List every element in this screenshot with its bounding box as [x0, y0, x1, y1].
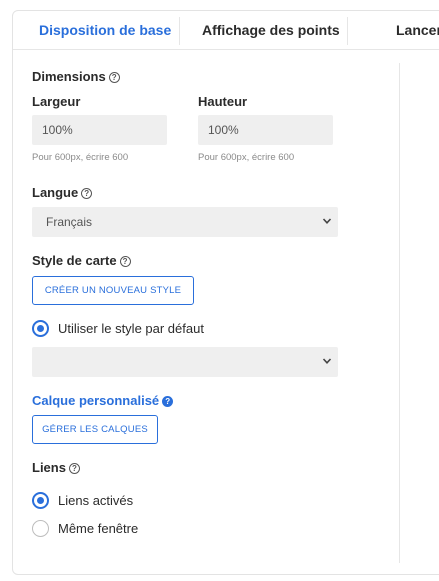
question-circle-icon[interactable]: ?: [81, 188, 93, 199]
custom-layer-title: Calque personnalisé: [32, 393, 160, 408]
dimensions-heading: Dimensions?: [32, 69, 120, 84]
default-style-label: Utiliser le style par défaut: [58, 320, 204, 336]
links-heading: Liens?: [32, 460, 80, 475]
height-input[interactable]: 100%: [198, 115, 333, 145]
language-title: Langue: [32, 185, 79, 200]
question-circle-icon[interactable]: ?: [119, 256, 131, 267]
chevron-down-icon: [322, 218, 332, 224]
question-circle-icon[interactable]: ?: [162, 396, 174, 407]
tab-divider: [347, 17, 348, 45]
tab-divider: [179, 17, 180, 45]
same-window-label: Même fenêtre: [58, 520, 139, 536]
default-style-radio-row[interactable]: Utiliser le style par défaut: [32, 318, 204, 338]
width-input[interactable]: 100%: [32, 115, 167, 145]
tab-disposition-de-base[interactable]: Disposition de base: [39, 11, 171, 50]
height-label: Hauteur: [198, 94, 248, 109]
tab-affichage-des-points[interactable]: Affichage des points: [202, 11, 340, 50]
settings-panel: Disposition de base Affichage des points…: [12, 10, 439, 575]
tab-lancement[interactable]: Lancem: [396, 11, 439, 50]
custom-layer-heading: Calque personnalisé?: [32, 393, 174, 408]
question-circle-icon[interactable]: ?: [108, 72, 120, 83]
width-hint: Pour 600px, écrire 600: [32, 152, 129, 163]
links-enabled-radio-row[interactable]: Liens activés: [32, 490, 133, 510]
default-style-radio[interactable]: [32, 319, 49, 337]
height-hint: Pour 600px, écrire 600: [198, 152, 295, 163]
manage-layers-button[interactable]: GÉRER LES CALQUES: [32, 415, 158, 444]
map-style-title: Style de carte: [32, 253, 117, 268]
links-title: Liens: [32, 460, 66, 475]
content-divider: [399, 63, 400, 563]
language-heading: Langue?: [32, 185, 93, 200]
links-enabled-label: Liens activés: [58, 492, 134, 508]
language-selected-value: Français: [46, 215, 93, 229]
width-label: Largeur: [32, 94, 81, 109]
chevron-down-icon: [322, 358, 332, 364]
same-window-radio-row[interactable]: Même fenêtre: [32, 518, 138, 538]
create-style-button[interactable]: CRÉER UN NOUVEAU STYLE: [32, 276, 194, 305]
map-style-heading: Style de carte?: [32, 253, 131, 268]
question-circle-icon[interactable]: ?: [68, 463, 80, 474]
same-window-radio[interactable]: [32, 519, 49, 537]
links-enabled-radio[interactable]: [32, 491, 49, 509]
tab-bar: Disposition de base Affichage des points…: [13, 11, 439, 50]
dimensions-title: Dimensions: [32, 69, 106, 84]
language-select[interactable]: Français: [32, 207, 338, 237]
map-style-select[interactable]: [32, 347, 338, 377]
